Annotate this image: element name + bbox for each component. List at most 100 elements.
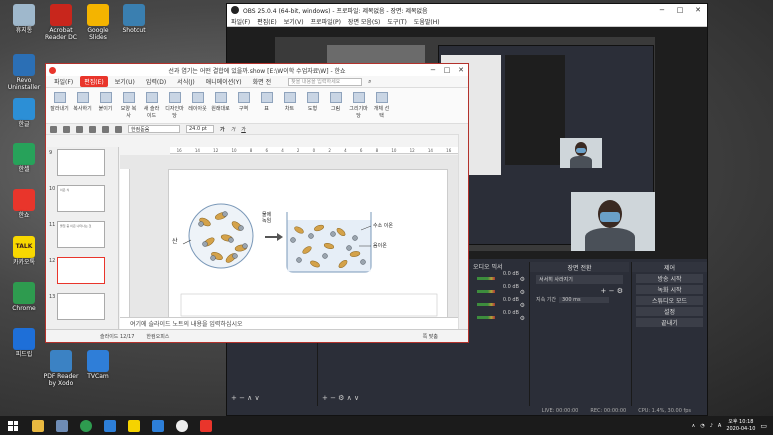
menu-tab[interactable]: 편집(E)	[80, 76, 108, 87]
desktop-icon[interactable]: Acrobat Reader DC	[43, 4, 79, 41]
chrome-icon[interactable]	[80, 419, 92, 432]
menu-tab[interactable]: 화면 전	[249, 76, 275, 87]
slide-thumbnail[interactable]: 10 이온 식	[47, 183, 118, 219]
desktop-icon[interactable]: Google Slides	[80, 4, 116, 41]
slide-thumbnail[interactable]: 13	[47, 291, 118, 327]
zoom-select[interactable]: 쪽 맞춤	[423, 333, 438, 340]
desktop-icon[interactable]: TVCam	[80, 350, 116, 380]
ribbon-button[interactable]: 그림	[326, 92, 345, 112]
desktop-icon[interactable]: 피드립	[6, 328, 42, 358]
ribbon-button[interactable]: 도형	[303, 92, 322, 112]
slide-thumbnail[interactable]: 11 물질 중 이온 나타나는 것	[47, 219, 118, 255]
scenes-toolbar[interactable]: + − ∧ ∨	[231, 394, 260, 402]
obs-menu-item[interactable]: 보기(V)	[284, 17, 304, 26]
obs-control-button[interactable]: 스튜디오 모드	[636, 296, 703, 305]
minimize-icon[interactable]: −	[653, 6, 671, 14]
notifications-icon[interactable]: ▭	[760, 422, 767, 430]
ribbon-button[interactable]: 그리기마당	[349, 92, 368, 119]
font-select[interactable]: 한컴돋움	[128, 125, 180, 133]
ribbon-button[interactable]: 개체 선택	[372, 92, 391, 119]
save-icon[interactable]	[76, 125, 83, 133]
hancom-show-taskbar-icon[interactable]	[200, 419, 212, 432]
ribbon-button[interactable]: 복사하기	[73, 92, 92, 112]
tray-chevron-icon[interactable]: ∧	[692, 423, 696, 429]
obs-menu-item[interactable]: 편집(E)	[257, 17, 277, 26]
ribbon-button[interactable]: 디자인마당	[165, 92, 184, 119]
close-icon[interactable]: ✕	[689, 6, 707, 14]
volume-icon[interactable]: ♪	[710, 423, 713, 429]
file-explorer-icon[interactable]	[32, 419, 44, 432]
open-folder-icon[interactable]	[63, 125, 70, 133]
menu-tab[interactable]: 파일(F)	[50, 76, 77, 87]
desktop-icon[interactable]: Chrome	[6, 282, 42, 312]
mixer-settings-icon[interactable]: ⚙	[520, 302, 525, 309]
desktop-icon[interactable]: Revo Uninstaller	[6, 54, 42, 91]
slide-notes[interactable]: 여기에 슬라이드 노트의 내용을 입력하십시오	[120, 317, 460, 329]
obs-control-button[interactable]: 끝내기	[636, 318, 703, 327]
desktop-icon[interactable]: 한글	[6, 98, 42, 128]
sources-toolbar[interactable]: + − ⚙ ∧ ∨	[322, 394, 359, 402]
volume-meter[interactable]	[477, 290, 495, 293]
obs-menu-item[interactable]: 도움말(H)	[414, 17, 440, 26]
store-icon[interactable]	[56, 419, 68, 432]
desktop-icon[interactable]: 휴지통	[6, 4, 42, 34]
ribbon-button[interactable]: 붙이기	[96, 92, 115, 112]
duration-input[interactable]: 300 ms	[559, 296, 609, 303]
transition-type-select[interactable]: 서서히 사라지기	[536, 275, 623, 284]
volume-meter[interactable]	[477, 277, 495, 280]
mixer-settings-icon[interactable]: ⚙	[520, 315, 525, 322]
mixer-settings-icon[interactable]: ⚙	[520, 289, 525, 296]
menu-tab[interactable]: 보기(U)	[111, 76, 139, 87]
clock[interactable]: 오후 10:18 2020-04-10	[726, 419, 755, 433]
menu-tab[interactable]: 입력(D)	[142, 76, 170, 87]
new-doc-icon[interactable]	[50, 125, 57, 133]
network-icon[interactable]: ◔	[700, 423, 704, 429]
language-indicator[interactable]: A	[718, 423, 721, 429]
bold-icon[interactable]: 가	[220, 126, 225, 133]
italic-icon[interactable]: 가	[231, 126, 236, 133]
search-icon[interactable]: ⌕	[368, 78, 371, 86]
volume-meter[interactable]	[477, 316, 495, 319]
mixer-settings-icon[interactable]: ⚙	[520, 276, 525, 283]
ribbon-button[interactable]: 구역	[234, 92, 253, 112]
obs-taskbar-icon[interactable]	[176, 419, 188, 432]
desktop-icon[interactable]: PDF Reader by Xodo	[43, 350, 79, 387]
ribbon-button[interactable]: 모양 복사	[119, 92, 138, 119]
vertical-scrollbar[interactable]	[458, 134, 468, 330]
font-size-select[interactable]: 24.0 pt	[186, 125, 214, 133]
slide-canvas[interactable]: 산 물에 녹임 수소 이온 음이온	[168, 169, 448, 325]
edge-icon[interactable]	[104, 419, 116, 432]
desktop-icon[interactable]: 한셀	[6, 143, 42, 173]
ribbon-button[interactable]: 새 슬라이드	[142, 92, 161, 119]
ribbon-button[interactable]: 차트	[280, 92, 299, 112]
start-button[interactable]	[8, 420, 18, 431]
slide-thumbnail[interactable]: 12	[47, 255, 118, 291]
obs-control-button[interactable]: 녹화 시작	[636, 285, 703, 294]
sticky-notes-icon[interactable]	[128, 419, 140, 432]
slide-thumbnail[interactable]: 9	[47, 147, 118, 183]
obs-control-button[interactable]: 설정	[636, 307, 703, 316]
transition-add-remove[interactable]: + − ⚙	[530, 287, 629, 295]
obs-menu-item[interactable]: 도구(T)	[387, 17, 406, 26]
undo-icon[interactable]	[102, 125, 109, 133]
search-input[interactable]: 찾을 내용을 입력하세요	[288, 77, 363, 86]
ribbon-button[interactable]: 원래대로	[211, 92, 230, 112]
word-icon[interactable]	[152, 419, 164, 432]
maximize-icon[interactable]: □	[671, 6, 689, 14]
ribbon-button[interactable]: 표	[257, 92, 276, 112]
obs-control-button[interactable]: 방송 시작	[636, 274, 703, 283]
menu-tab[interactable]: 애니메이션(Y)	[202, 76, 246, 87]
obs-menu-item[interactable]: 프로파일(P)	[311, 17, 341, 26]
ribbon-button[interactable]: 레이아웃	[188, 92, 207, 112]
print-icon[interactable]	[89, 125, 96, 133]
obs-menu-item[interactable]: 파일(F)	[231, 17, 250, 26]
desktop-icon[interactable]: Shotcut	[116, 4, 152, 34]
redo-icon[interactable]	[115, 125, 122, 133]
desktop-icon[interactable]: 한쇼	[6, 189, 42, 219]
volume-meter[interactable]	[477, 303, 495, 306]
desktop-icon[interactable]: TALK 카카오톡	[6, 236, 42, 266]
menu-tab[interactable]: 서식(J)	[173, 76, 199, 87]
obs-menu-item[interactable]: 장면 모음(S)	[348, 17, 380, 26]
ribbon-button[interactable]: 잘라내기	[50, 92, 69, 112]
underline-icon[interactable]: 가	[241, 126, 246, 133]
